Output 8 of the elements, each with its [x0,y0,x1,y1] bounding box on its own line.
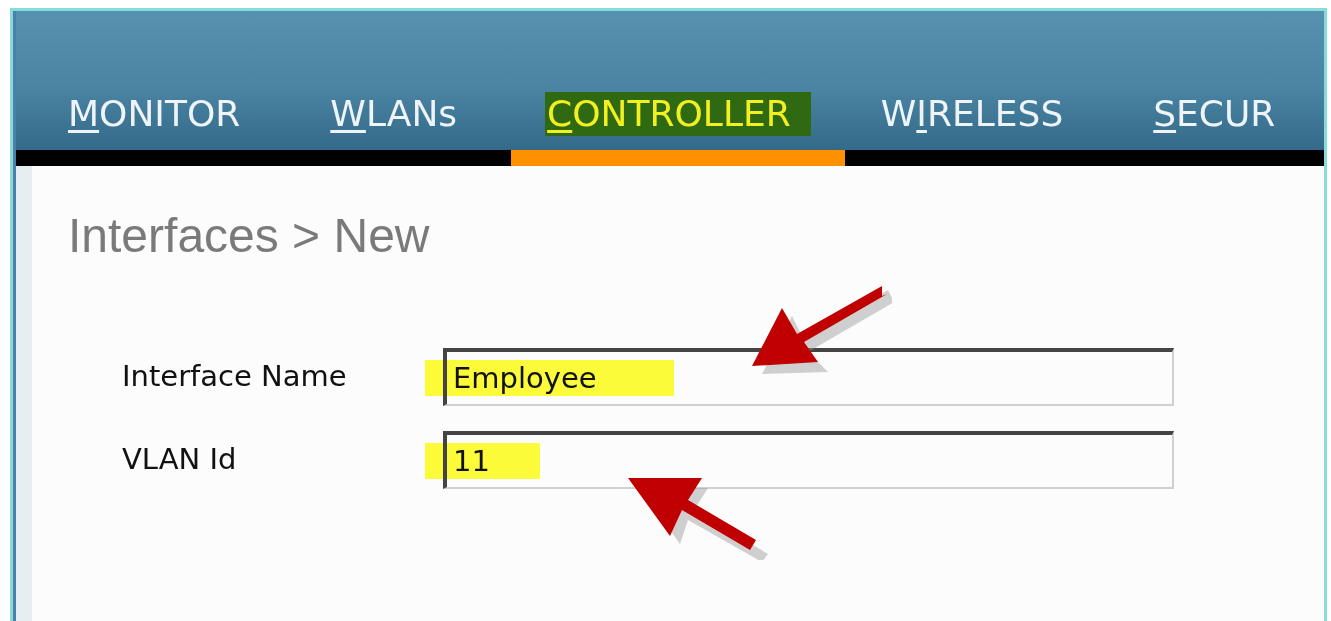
field-label: Interface Name [121,358,348,396]
field-label: VLAN Id [121,441,238,479]
page-title: Interfaces > New [68,208,430,264]
nav-tab[interactable]: MONITOR [66,92,261,136]
nav-tab[interactable]: SECUR [1151,92,1296,136]
nav-tab[interactable]: WIRELESS [878,92,1084,136]
nav-tab[interactable]: WLANs [328,92,478,136]
nav-tab[interactable]: CONTROLLER [545,92,811,136]
